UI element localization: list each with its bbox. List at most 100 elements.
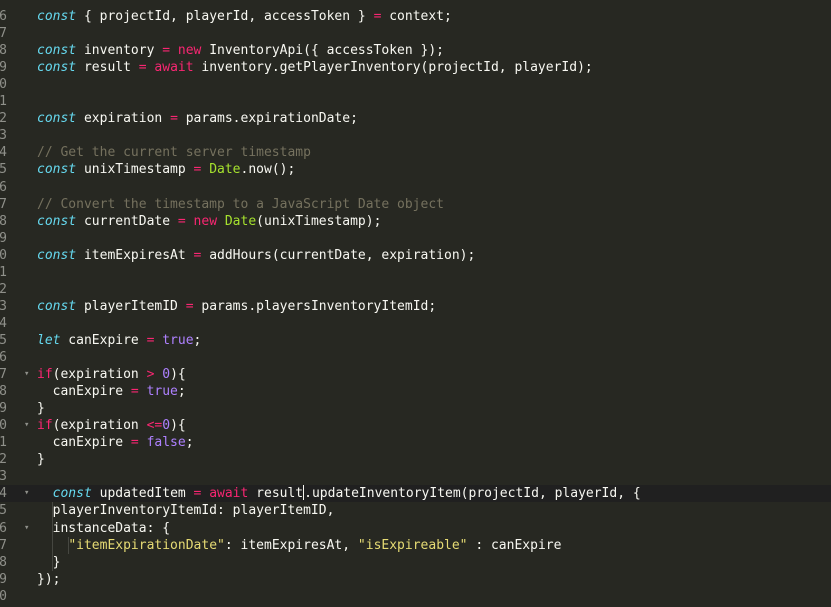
code-line[interactable]: 4 ▾ const updatedItem = await result.upda… <box>0 485 831 503</box>
code-token: const <box>52 486 92 502</box>
code-token: { projectId, playerId, accessToken } <box>76 9 374 24</box>
code-token: canExpire <box>37 384 131 400</box>
line-number: 9 <box>0 230 7 246</box>
code-token: ; <box>185 435 194 451</box>
fold-arrow-icon[interactable]: ▾ <box>24 520 29 537</box>
code-token: new <box>193 213 218 229</box>
line-number: 1 <box>0 435 7 451</box>
line-number: 0 <box>0 247 7 263</box>
code-token: await <box>209 486 249 502</box>
line-code: }); <box>37 571 60 588</box>
line-code: } <box>37 400 45 417</box>
line-number: 7 <box>0 367 7 383</box>
code-token: let <box>37 332 61 348</box>
code-token: .now(); <box>240 162 296 178</box>
code-token: }); <box>37 571 61 587</box>
line-code: } <box>37 451 45 468</box>
code-token: if <box>37 418 53 434</box>
code-token: ){ <box>170 367 186 383</box>
code-line[interactable]: 9}); <box>0 571 831 588</box>
line-number: 4 <box>0 315 7 331</box>
code-line[interactable]: 9 const result = await inventory.getPlaye… <box>0 59 831 76</box>
line-number: 5 <box>0 332 7 348</box>
line-code: const inventory = new InventoryApi({ acc… <box>37 42 444 59</box>
fold-arrow-icon[interactable]: ▾ <box>24 485 29 502</box>
code-line[interactable]: 2 <box>0 281 831 298</box>
line-number: 9 <box>0 401 7 417</box>
code-line[interactable]: 7 "itemExpirationDate": itemExpiresAt, "… <box>0 537 831 554</box>
line-number: 8 <box>0 384 7 400</box>
code-editor[interactable]: 6 const { projectId, playerId, accessToke… <box>0 0 831 607</box>
code-line[interactable]: 0 ▾ if(expiration <=0){ <box>0 417 831 434</box>
code-token: await <box>154 60 194 76</box>
code-line[interactable]: 3 const playerItemID = params.playersInve… <box>0 298 831 315</box>
code-line[interactable]: 5 let canExpire = true; <box>0 332 831 349</box>
code-line[interactable]: 1 canExpire = false; <box>0 434 831 451</box>
code-token: params.playersInventoryItemId; <box>193 298 437 314</box>
code-token: true <box>146 384 178 400</box>
line-number: 6 <box>0 350 7 365</box>
code-token: result <box>76 60 139 76</box>
code-line[interactable]: 0 <box>0 588 831 605</box>
code-token: // Get the current server timestamp <box>37 145 311 161</box>
code-token: new <box>177 43 202 59</box>
line-code: playerInventoryItemId: playerItemID, <box>37 502 335 519</box>
line-number: 0 <box>0 418 7 434</box>
code-line[interactable]: 2 const expiration = params.expirationDat… <box>0 110 831 127</box>
code-token: unixTimestamp <box>76 162 194 178</box>
code-token: if <box>37 367 53 383</box>
code-token: context; <box>381 9 452 24</box>
code-token: updatedItem <box>91 486 194 502</box>
line-number: 7 <box>0 196 7 212</box>
line-number: 7 <box>0 537 7 553</box>
line-number: 6 <box>0 179 7 195</box>
code-token: playerInventoryItemId: playerItemID, <box>37 503 335 519</box>
line-code: const updatedItem = await result.updateI… <box>37 485 641 502</box>
code-line[interactable]: 1 <box>0 93 831 110</box>
code-line[interactable]: 6 <box>0 349 831 366</box>
code-line[interactable]: 4 <box>0 315 831 332</box>
line-code: canExpire = false; <box>37 434 194 451</box>
code-token: } <box>37 401 45 417</box>
code-line[interactable]: 3 <box>0 468 831 485</box>
code-line[interactable]: 4 // Get the current server timestamp <box>0 144 831 161</box>
code-line[interactable]: 8 canExpire = true; <box>0 383 831 400</box>
fold-arrow-icon[interactable]: ▾ <box>24 366 29 383</box>
code-line[interactable]: 7 ▾ if(expiration > 0){ <box>0 366 831 383</box>
code-line[interactable]: 0 <box>0 76 831 93</box>
code-line[interactable]: 1 <box>0 264 831 281</box>
code-token: Date <box>224 213 257 229</box>
code-line[interactable]: 7 // Convert the timestamp to a JavaScrip… <box>0 196 831 213</box>
code-line[interactable]: 5 playerInventoryItemId: playerItemID, <box>0 502 831 519</box>
code-line[interactable]: 3 <box>0 127 831 144</box>
code-line[interactable]: 8 const inventory = new InventoryApi({ ac… <box>0 42 831 59</box>
code-line[interactable]: 9} <box>0 400 831 417</box>
code-token: instanceData: { <box>37 520 171 536</box>
code-line[interactable]: 7 <box>0 25 831 42</box>
code-line[interactable]: 8 const currentDate = new Date(unixTimest… <box>0 213 831 230</box>
line-code: const { projectId, playerId, accessToken… <box>37 8 452 25</box>
code-token: (expiration <box>52 418 147 434</box>
code-line[interactable]: 2} <box>0 451 831 468</box>
line-number: 8 <box>0 43 7 59</box>
code-line[interactable]: 6 <box>0 179 831 196</box>
code-line[interactable]: 0 const itemExpiresAt = addHours(currentD… <box>0 247 831 264</box>
code-token: addHours(currentDate, expiration); <box>201 247 476 263</box>
code-line[interactable]: 9 <box>0 230 831 247</box>
line-number: 0 <box>0 77 7 93</box>
fold-arrow-icon[interactable]: ▾ <box>24 417 29 434</box>
code-token: const <box>37 298 77 314</box>
code-line[interactable]: 5 const unixTimestamp = Date.now(); <box>0 161 831 178</box>
code-token: (expiration <box>52 367 147 383</box>
code-token: 0 <box>162 367 171 383</box>
code-token: InventoryApi({ accessToken }); <box>201 43 445 59</box>
code-token: = <box>130 384 139 400</box>
line-number: 1 <box>0 94 7 110</box>
line-code: if(expiration <=0){ <box>37 417 186 434</box>
code-line[interactable]: 6 const { projectId, playerId, accessToke… <box>0 8 831 25</box>
indent-guide <box>52 502 53 571</box>
code-line[interactable]: 6 ▾ instanceData: { <box>0 520 831 537</box>
code-line[interactable]: 8 } <box>0 554 831 571</box>
line-code: const unixTimestamp = Date.now(); <box>37 161 295 178</box>
